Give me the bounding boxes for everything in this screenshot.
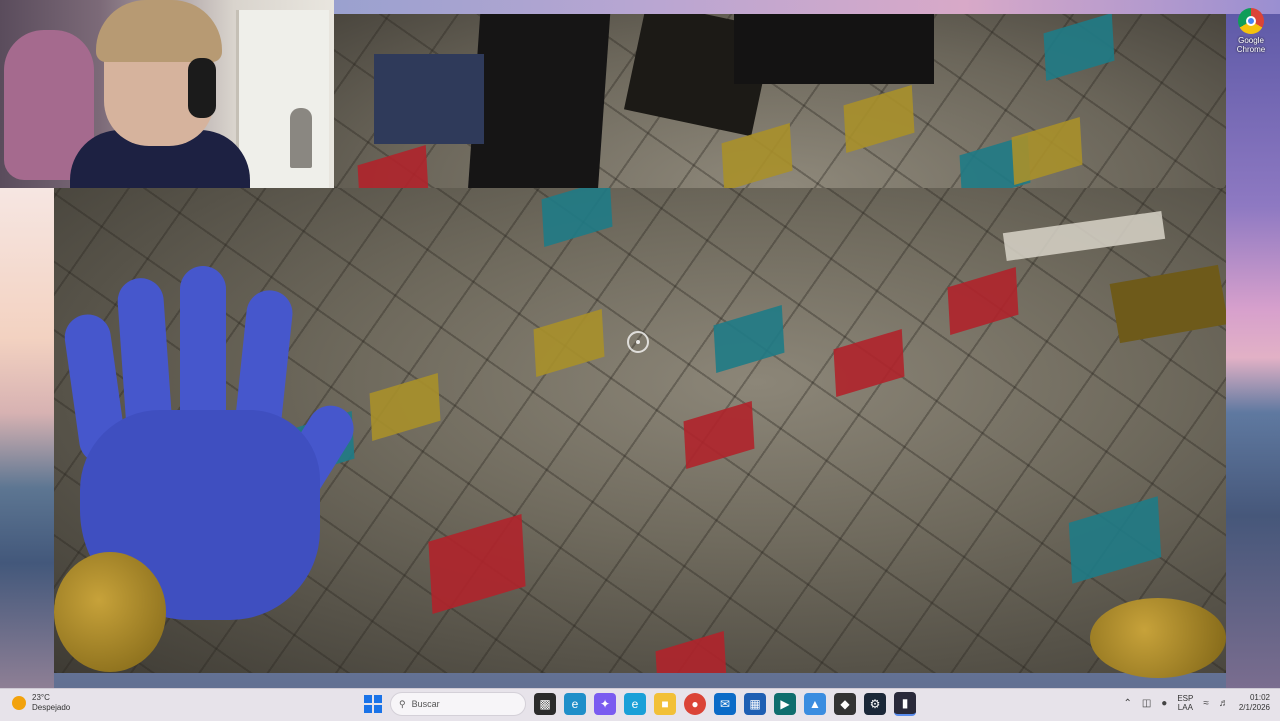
taskbar: 23°C Despejado ⚲ Buscar ▩ e ✦ e ■ ● ✉ ▦ … [0, 688, 1280, 721]
copilot-icon[interactable]: ✦ [594, 693, 616, 715]
webcam-trophy [290, 108, 312, 168]
search-placeholder: Buscar [411, 699, 440, 709]
crosshair-icon [627, 331, 649, 353]
weather-widget[interactable]: 23°C Despejado [12, 693, 70, 713]
weather-text: 23°C Despejado [32, 693, 70, 713]
toy-box [374, 54, 484, 144]
taskbar-apps: ⚲ Buscar ▩ e ✦ e ■ ● ✉ ▦ ▶ ▲ ◆ ⚙ ▮ [364, 692, 916, 716]
terminal-icon[interactable]: ▮ [894, 692, 916, 716]
search-icon: ⚲ [399, 698, 406, 709]
clock-time: 01:02 [1249, 693, 1270, 702]
microphone-icon[interactable]: ● [1161, 698, 1167, 709]
game-icon[interactable]: ▶ [774, 693, 796, 715]
outlook-icon[interactable]: ✉ [714, 693, 736, 715]
desktop-wallpaper-right [1226, 0, 1280, 688]
chrome-icon[interactable]: ● [684, 693, 706, 715]
roblox-icon[interactable]: ◆ [834, 693, 856, 715]
desktop-icon-chrome[interactable]: Google Chrome [1226, 8, 1276, 54]
dark-crate [467, 14, 611, 188]
photos-icon[interactable]: ▲ [804, 693, 826, 715]
folder-icon[interactable]: ■ [654, 693, 676, 715]
desktop-wallpaper-left [0, 188, 54, 688]
taskbar-search[interactable]: ⚲ Buscar [390, 692, 526, 716]
desktop-icon-label: Google Chrome [1236, 36, 1266, 54]
webcam-headset [188, 58, 216, 118]
wifi-icon[interactable]: ≈ [1203, 698, 1209, 709]
sun-icon [12, 696, 26, 710]
task-view-icon[interactable]: ▩ [534, 693, 556, 715]
weather-temp: 23°C [32, 693, 50, 702]
grabpack-coil-left [54, 552, 166, 672]
chrome-icon [1238, 8, 1264, 34]
volume-icon[interactable]: ♬ [1219, 698, 1229, 709]
chevron-up-icon[interactable]: ⌃ [1123, 698, 1131, 709]
webcam-background-door [236, 10, 329, 188]
store-icon[interactable]: ▦ [744, 693, 766, 715]
start-button[interactable] [364, 695, 382, 713]
system-tray: ⌃ ◫ ● ESP LAA ≈ ♬ 01:02 2/1/2026 [1123, 693, 1270, 713]
keyboard-layout: LAA [1177, 703, 1193, 712]
game-viewport-top[interactable] [334, 14, 1226, 188]
webcam-overlay [0, 0, 334, 188]
steam-icon[interactable]: ⚙ [864, 693, 886, 715]
language-indicator[interactable]: ESP LAA [1177, 694, 1193, 712]
usb-icon[interactable]: ◫ [1142, 698, 1151, 709]
desktop-wallpaper-top [334, 0, 1280, 14]
edge-alt-icon[interactable]: e [624, 693, 646, 715]
grabpack-coil-right [1090, 598, 1226, 678]
clock-date: 2/1/2026 [1238, 703, 1270, 712]
dark-crate [734, 14, 934, 84]
edge-icon[interactable]: e [564, 693, 586, 715]
clock[interactable]: 01:02 2/1/2026 [1239, 693, 1270, 713]
webcam-person-hair [96, 0, 222, 62]
language-code: ESP [1177, 694, 1194, 703]
weather-condition: Despejado [32, 703, 71, 712]
